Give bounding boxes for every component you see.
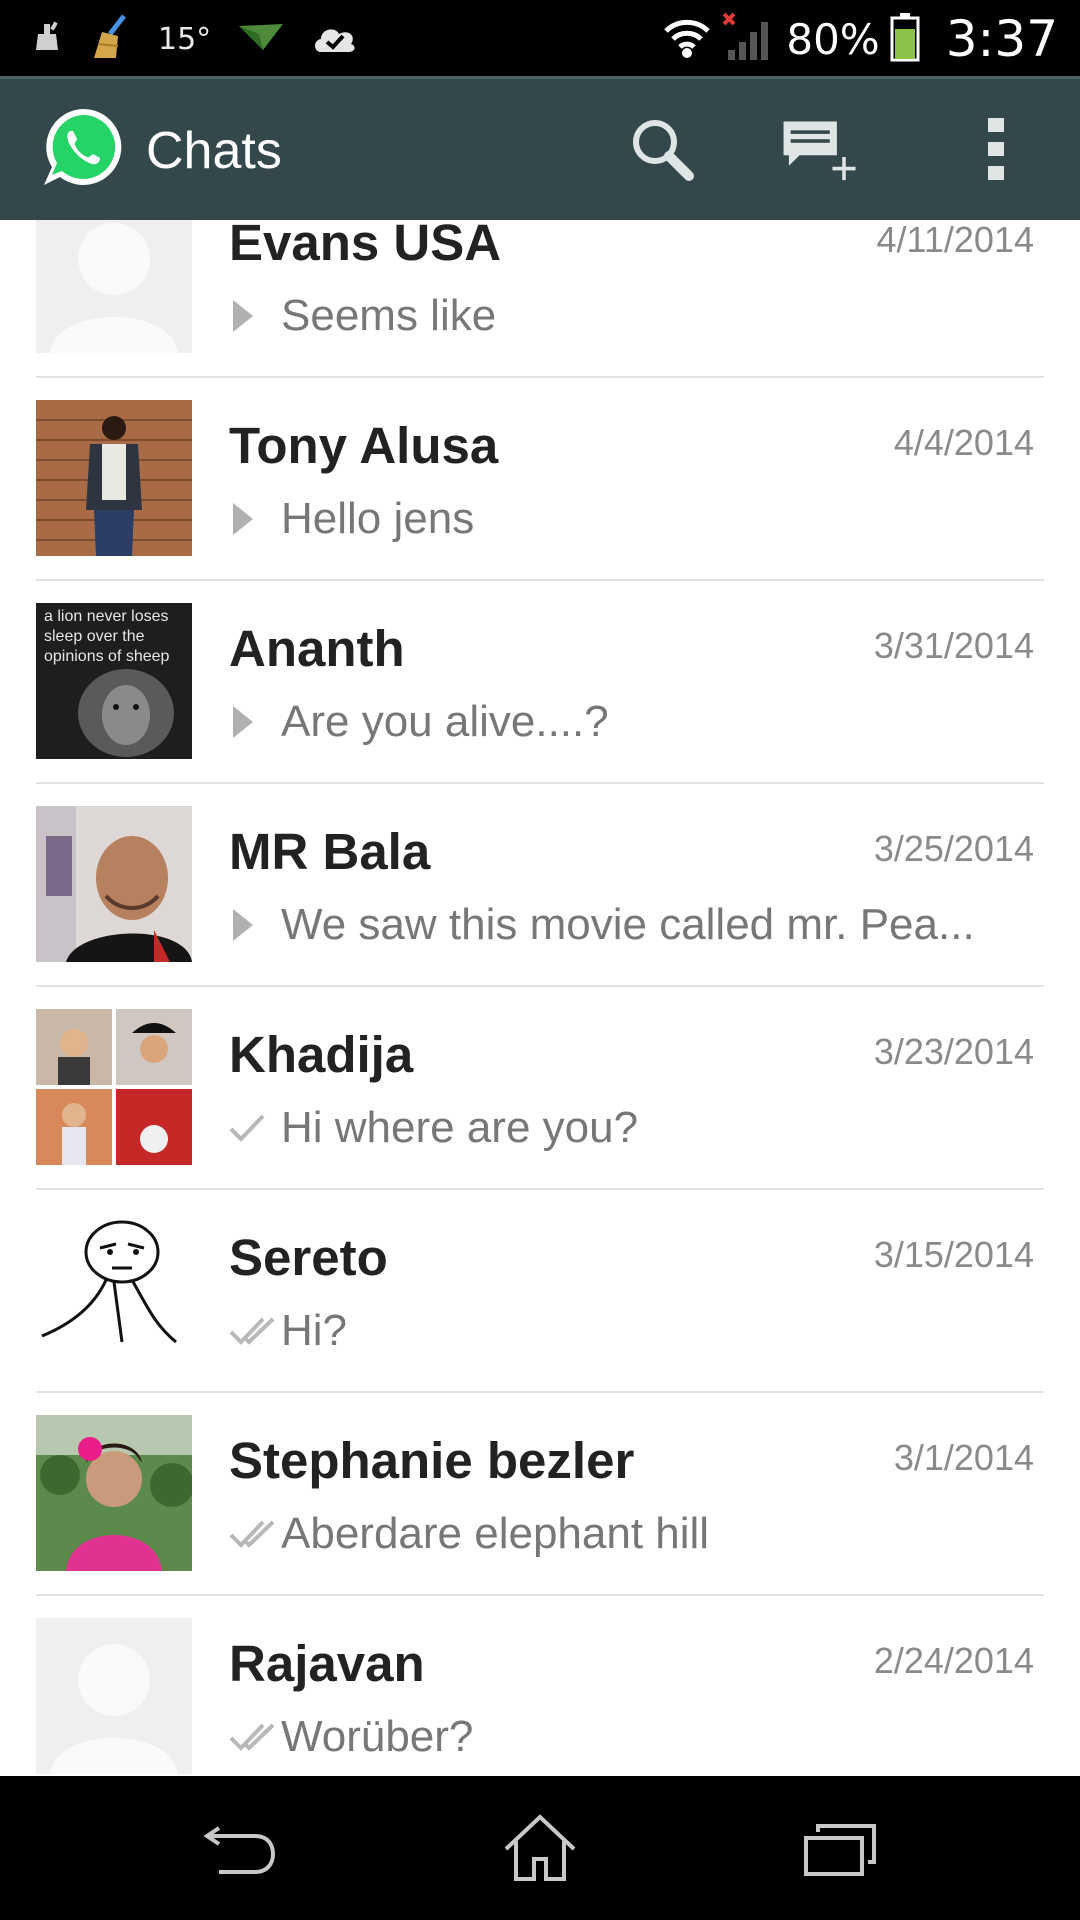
notification-icons: 15° bbox=[32, 13, 359, 65]
chat-name: MR Bala bbox=[229, 823, 431, 880]
double-check-icon bbox=[229, 1512, 281, 1556]
chat-preview: Hi? bbox=[229, 1306, 1039, 1356]
avatar bbox=[36, 1009, 192, 1165]
home-icon[interactable] bbox=[495, 1806, 585, 1890]
system-status: 80% 3:37 bbox=[662, 8, 1058, 70]
chat-list[interactable]: Evans USA 4/11/2014 Seems like Tony Alus… bbox=[0, 220, 1080, 1776]
chat-date: 2/24/2014 bbox=[873, 1640, 1034, 1681]
voice-played-icon bbox=[229, 903, 281, 947]
default-avatar-icon bbox=[36, 1618, 192, 1774]
chat-date: 3/1/2014 bbox=[893, 1437, 1034, 1478]
chat-name: Khadija bbox=[229, 1026, 414, 1083]
chat-row-ananth[interactable]: a lion never loses sleep over the opinio… bbox=[36, 581, 1044, 784]
signal-no-service-icon bbox=[722, 12, 770, 67]
chat-preview: Aberdare elephant hill bbox=[229, 1509, 1039, 1559]
chat-date: 3/15/2014 bbox=[873, 1234, 1034, 1275]
chat-date: 3/23/2014 bbox=[873, 1031, 1034, 1072]
temperature: 15° bbox=[158, 21, 212, 57]
chat-name: Tony Alusa bbox=[229, 417, 499, 474]
default-avatar-icon bbox=[36, 220, 192, 353]
single-check-icon bbox=[229, 1106, 281, 1150]
cloud-check-icon bbox=[311, 20, 359, 59]
voice-played-icon bbox=[229, 497, 281, 541]
page-title: Chats bbox=[146, 122, 282, 180]
avatar bbox=[36, 806, 192, 962]
chat-row-stephanie-bezler[interactable]: Stephanie bezler 3/1/2014 Aberdare eleph… bbox=[36, 1393, 1044, 1596]
chat-date: 3/25/2014 bbox=[873, 828, 1034, 869]
chat-name: Evans USA bbox=[229, 220, 502, 271]
chat-row-khadija[interactable]: Khadija 3/23/2014 Hi where are you? bbox=[36, 987, 1044, 1190]
chat-preview: Worüber? bbox=[229, 1712, 1039, 1762]
navigation-bar bbox=[0, 1776, 1080, 1920]
chat-name: Ananth bbox=[229, 620, 405, 677]
chat-name: Stephanie bezler bbox=[229, 1432, 635, 1489]
avatar bbox=[36, 1212, 192, 1368]
chat-preview: Hello jens bbox=[229, 494, 1039, 544]
chat-row-evans-usa[interactable]: Evans USA 4/11/2014 Seems like bbox=[36, 220, 1044, 378]
cleaner-icon bbox=[32, 20, 62, 59]
chat-name: Sereto bbox=[229, 1229, 388, 1286]
chat-preview: Hi where are you? bbox=[229, 1103, 1039, 1153]
clock: 3:37 bbox=[945, 10, 1058, 68]
chat-date: 3/31/2014 bbox=[873, 625, 1034, 666]
chat-preview: We saw this movie called mr. Pea... bbox=[229, 900, 1039, 950]
chat-name: Rajavan bbox=[229, 1635, 425, 1692]
status-bar: 15° 80% 3:37 bbox=[0, 0, 1080, 76]
search-icon[interactable] bbox=[622, 109, 702, 189]
recent-apps-icon[interactable] bbox=[795, 1806, 885, 1890]
overflow-menu-icon[interactable] bbox=[956, 109, 1036, 189]
avatar-quote: a lion never loses sleep over the opinio… bbox=[44, 608, 170, 665]
chat-row-rajavan[interactable]: Rajavan 2/24/2014 Worüber? bbox=[36, 1596, 1044, 1776]
battery-percent: 80% bbox=[786, 14, 880, 64]
voice-played-icon bbox=[229, 700, 281, 744]
chat-row-sereto[interactable]: Sereto 3/15/2014 Hi? bbox=[36, 1190, 1044, 1393]
action-bar: Chats bbox=[0, 76, 1080, 220]
chat-date: 4/4/2014 bbox=[893, 422, 1034, 463]
chat-row-mr-bala[interactable]: MR Bala 3/25/2014 We saw this movie call… bbox=[36, 784, 1044, 987]
double-check-icon bbox=[229, 1309, 281, 1353]
avatar: a lion never loses sleep over the opinio… bbox=[36, 603, 192, 759]
battery-icon bbox=[890, 12, 920, 67]
paper-plane-icon bbox=[237, 22, 285, 57]
whatsapp-logo-icon[interactable] bbox=[40, 105, 124, 189]
back-icon[interactable] bbox=[196, 1806, 286, 1890]
chat-preview: Seems like bbox=[229, 291, 1039, 341]
avatar bbox=[36, 1415, 192, 1571]
chat-date: 4/11/2014 bbox=[876, 220, 1034, 260]
double-check-icon bbox=[229, 1715, 281, 1759]
avatar bbox=[36, 400, 192, 556]
new-chat-icon[interactable] bbox=[780, 109, 860, 189]
voice-played-icon bbox=[229, 294, 281, 338]
chat-row-tony-alusa[interactable]: Tony Alusa 4/4/2014 Hello jens bbox=[36, 378, 1044, 581]
chat-preview: Are you alive....? bbox=[229, 697, 1039, 747]
broom-icon bbox=[88, 13, 132, 65]
wifi-icon bbox=[662, 15, 712, 64]
